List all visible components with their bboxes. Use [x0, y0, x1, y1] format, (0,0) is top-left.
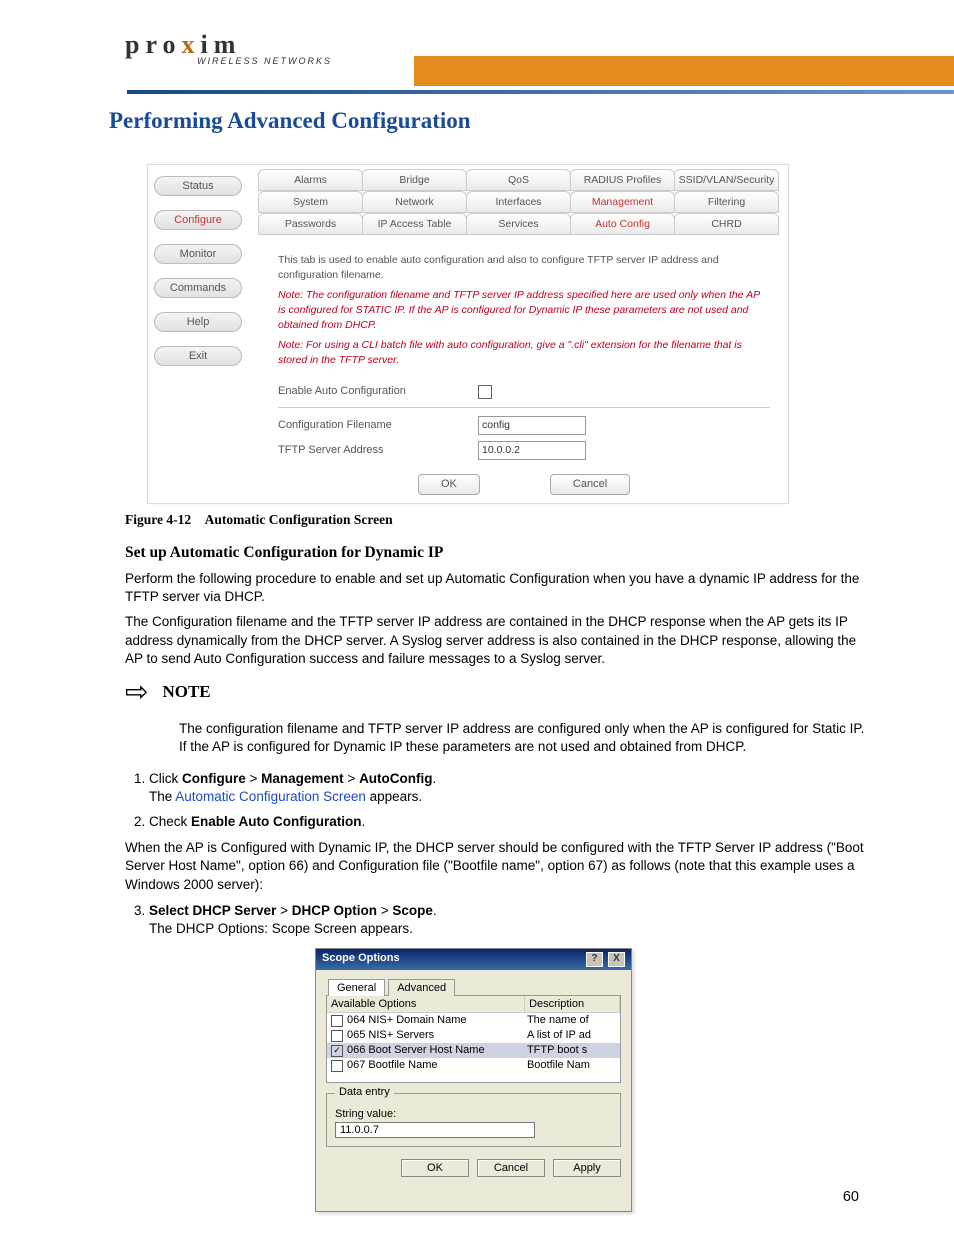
- tab-passwords[interactable]: Passwords: [258, 213, 363, 235]
- step-1: Click Configure > Management > AutoConfi…: [149, 770, 869, 806]
- side-nav-configure[interactable]: Configure: [154, 210, 242, 230]
- side-nav-exit[interactable]: Exit: [154, 346, 242, 366]
- tab-management[interactable]: Management: [570, 191, 675, 213]
- note-arrow-icon: ⇨: [125, 678, 148, 706]
- warning-note-2: Note: For using a CLI batch file with au…: [278, 338, 770, 367]
- note-label: NOTE: [162, 682, 210, 702]
- ok-button[interactable]: OK: [418, 474, 480, 495]
- option-row[interactable]: 066 Boot Server Host NameTFTP boot s: [327, 1043, 620, 1058]
- string-value-input[interactable]: 11.0.0.7: [335, 1122, 535, 1138]
- dialog-body: General Advanced Available Options Descr…: [316, 970, 631, 1153]
- tab-chrd[interactable]: CHRD: [674, 213, 779, 235]
- step-2: Check Enable Auto Configuration.: [149, 813, 869, 831]
- note-body: The configuration filename and TFTP serv…: [179, 720, 869, 756]
- autoconfig-screenshot: Status Configure Monitor Commands Help E…: [147, 164, 789, 504]
- dialog-apply-button[interactable]: Apply: [553, 1159, 621, 1177]
- data-entry-group: Data entry String value: 11.0.0.7: [326, 1093, 621, 1147]
- tab-alarms[interactable]: Alarms: [258, 169, 363, 191]
- tab-bridge[interactable]: Bridge: [362, 169, 467, 191]
- tab-services[interactable]: Services: [466, 213, 571, 235]
- autoconfig-screen-link[interactable]: Automatic Configuration Screen: [175, 789, 366, 804]
- col-description[interactable]: Description: [525, 996, 620, 1012]
- body-paragraph-2: The Configuration filename and the TFTP …: [125, 613, 869, 668]
- options-header: Available Options Description: [327, 996, 620, 1013]
- tab-general[interactable]: General: [328, 979, 385, 996]
- close-icon[interactable]: X: [608, 952, 625, 967]
- tab-radius[interactable]: RADIUS Profiles: [570, 169, 675, 191]
- warning-note-1: Note: The configuration filename and TFT…: [278, 288, 770, 332]
- option-checkbox[interactable]: [331, 1015, 343, 1027]
- tab-description: This tab is used to enable auto configur…: [278, 253, 770, 282]
- form-buttons: OK Cancel: [418, 474, 770, 495]
- dialog-title: Scope Options: [322, 952, 400, 967]
- option-row[interactable]: 064 NIS+ Domain NameThe name of: [327, 1013, 620, 1028]
- data-entry-legend: Data entry: [335, 1086, 394, 1098]
- note-block: ⇨ NOTE: [125, 678, 869, 706]
- side-nav-help[interactable]: Help: [154, 312, 242, 332]
- options-rows: 064 NIS+ Domain NameThe name of 065 NIS+…: [327, 1013, 620, 1082]
- dialog-ok-button[interactable]: OK: [401, 1159, 469, 1177]
- page-title: Performing Advanced Configuration: [109, 108, 869, 134]
- tab-system[interactable]: System: [258, 191, 363, 213]
- enable-autoconfig-row: Enable Auto Configuration: [278, 384, 770, 399]
- tab-qos[interactable]: QoS: [466, 169, 571, 191]
- dialog-cancel-button[interactable]: Cancel: [477, 1159, 545, 1177]
- tabs-area: Alarms Bridge QoS RADIUS Profiles SSID/V…: [258, 169, 778, 235]
- procedure-list-2: Select DHCP Server > DHCP Option > Scope…: [131, 902, 869, 938]
- tab-ssid[interactable]: SSID/VLAN/Security: [674, 169, 779, 191]
- dialog-buttons: OK Cancel Apply: [316, 1153, 631, 1183]
- tab-content: This tab is used to enable auto configur…: [278, 253, 770, 495]
- tab-ipaccess[interactable]: IP Access Table: [362, 213, 467, 235]
- page-number: 60: [843, 1189, 859, 1205]
- body-paragraph-1: Perform the following procedure to enabl…: [125, 570, 869, 606]
- step-3: Select DHCP Server > DHCP Option > Scope…: [149, 902, 869, 938]
- tab-advanced[interactable]: Advanced: [388, 979, 455, 996]
- dialog-tabs: General Advanced: [326, 978, 621, 995]
- page-header: proxim WIRELESS NETWORKS: [125, 30, 869, 86]
- window-controls: ? X: [584, 952, 625, 967]
- side-nav-status[interactable]: Status: [154, 176, 242, 196]
- option-row[interactable]: 067 Bootfile NameBootfile Nam: [327, 1058, 620, 1073]
- cancel-button[interactable]: Cancel: [550, 474, 630, 495]
- side-nav: Status Configure Monitor Commands Help E…: [148, 170, 248, 380]
- string-value-label: String value:: [335, 1108, 396, 1120]
- enable-autoconfig-label: Enable Auto Configuration: [278, 384, 478, 399]
- form-divider: [278, 407, 770, 408]
- subsection-heading: Set up Automatic Configuration for Dynam…: [125, 544, 869, 562]
- body-paragraph-3: When the AP is Configured with Dynamic I…: [125, 839, 869, 894]
- config-filename-row: Configuration Filename config: [278, 416, 770, 435]
- option-checkbox[interactable]: [331, 1030, 343, 1042]
- dialog-titlebar: Scope Options ? X: [316, 949, 631, 970]
- header-accent-bar: [414, 56, 954, 86]
- logo-post: im: [201, 30, 242, 59]
- options-table: Available Options Description 064 NIS+ D…: [326, 995, 621, 1083]
- enable-autoconfig-checkbox[interactable]: [478, 385, 492, 399]
- procedure-list-1: Click Configure > Management > AutoConfi…: [131, 770, 869, 832]
- brand-logo: proxim: [125, 30, 241, 59]
- col-available-options[interactable]: Available Options: [327, 996, 525, 1012]
- tab-network[interactable]: Network: [362, 191, 467, 213]
- tab-autoconfig[interactable]: Auto Config: [570, 213, 675, 235]
- option-row[interactable]: 065 NIS+ ServersA list of IP ad: [327, 1028, 620, 1043]
- tftp-address-row: TFTP Server Address 10.0.0.2: [278, 441, 770, 460]
- help-icon[interactable]: ?: [586, 952, 603, 967]
- tftp-address-label: TFTP Server Address: [278, 443, 478, 458]
- header-divider: [127, 90, 954, 94]
- option-checkbox[interactable]: [331, 1045, 343, 1057]
- tab-interfaces[interactable]: Interfaces: [466, 191, 571, 213]
- side-nav-commands[interactable]: Commands: [154, 278, 242, 298]
- logo-x-icon: x: [182, 30, 201, 59]
- side-nav-monitor[interactable]: Monitor: [154, 244, 242, 264]
- tab-filtering[interactable]: Filtering: [674, 191, 779, 213]
- logo-pre: pro: [125, 30, 182, 59]
- config-filename-input[interactable]: config: [478, 416, 586, 435]
- figure-caption: Figure 4-12 Automatic Configuration Scre…: [125, 512, 869, 528]
- config-filename-label: Configuration Filename: [278, 418, 478, 433]
- option-checkbox[interactable]: [331, 1060, 343, 1072]
- tftp-address-input[interactable]: 10.0.0.2: [478, 441, 586, 460]
- scope-options-dialog: Scope Options ? X General Advanced Avail…: [315, 948, 632, 1212]
